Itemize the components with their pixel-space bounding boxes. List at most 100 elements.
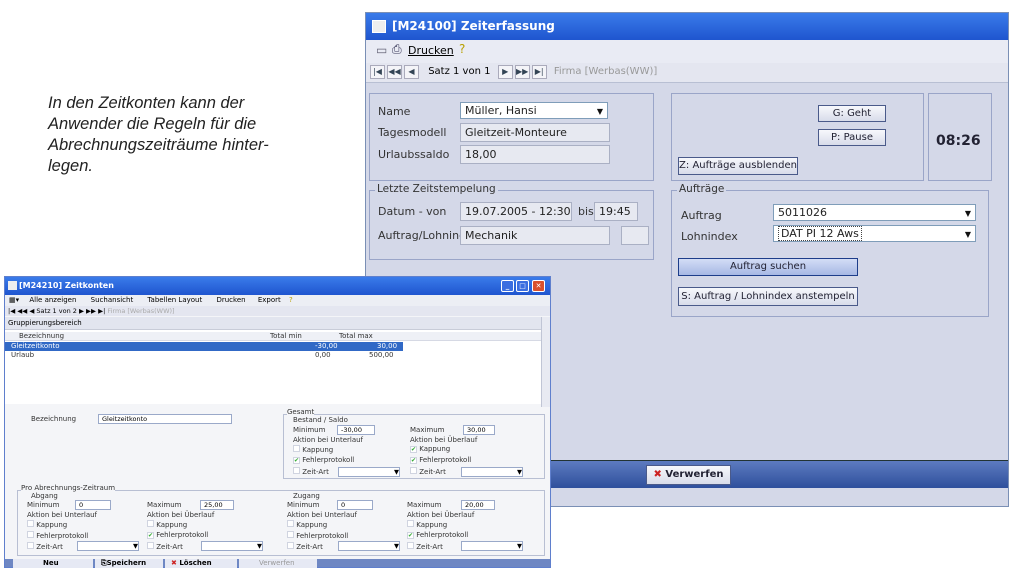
- z-minimum-input[interactable]: 0: [337, 500, 373, 510]
- bezeichnung-input[interactable]: Gleitzeitkonto: [98, 414, 232, 424]
- chevron-down-icon[interactable]: ▼: [961, 205, 975, 220]
- speichern-button[interactable]: ⎘Speichern: [95, 559, 163, 568]
- first-record-icon[interactable]: |◀: [370, 65, 385, 79]
- g-zeitart-o[interactable]: Zeit-Art: [410, 467, 446, 476]
- chevron-down-icon[interactable]: ▼: [593, 103, 607, 118]
- stamp-order-button[interactable]: S: Auftrag / Lohnindex anstempeln: [678, 287, 858, 306]
- col-total-min[interactable]: Total min: [270, 332, 302, 340]
- g-zeitart-select-o[interactable]: ▼: [461, 467, 523, 477]
- firma-label: Firma [Werbas(WW)]: [553, 66, 658, 77]
- g-minimum-input[interactable]: -30,00: [337, 425, 375, 435]
- grid-icon[interactable]: ▦▾: [9, 296, 19, 304]
- z-zeitart-o[interactable]: Zeit-Art: [407, 542, 443, 551]
- g-maximum-input[interactable]: 30,00: [463, 425, 495, 435]
- export-button[interactable]: Export: [258, 296, 281, 304]
- z-zeitart-u[interactable]: Zeit-Art: [287, 542, 323, 551]
- geht-button[interactable]: G: Geht: [818, 105, 886, 122]
- z-zeitart-select-u[interactable]: ▼: [338, 541, 400, 551]
- row-cell-min: 0,00: [315, 351, 331, 359]
- a-zeitart-o[interactable]: Zeit-Art: [147, 542, 183, 551]
- name-label: Name: [378, 105, 411, 118]
- g-ueberlauf-label: Aktion bei Überlauf: [410, 436, 478, 444]
- z-kappung-u[interactable]: Kappung: [287, 520, 327, 529]
- hide-orders-button[interactable]: Z: Aufträge ausblenden: [678, 157, 798, 175]
- z-zeitart-select-o[interactable]: ▼: [461, 541, 523, 551]
- a-fehler-u[interactable]: Fehlerprotokoll: [27, 531, 88, 540]
- auftrag-suchen-button[interactable]: Auftrag suchen: [678, 258, 858, 276]
- datum-label: Datum - von: [378, 205, 447, 218]
- name-select[interactable]: Müller, Hansi ▼: [460, 102, 608, 119]
- new-icon[interactable]: ▭: [376, 43, 387, 57]
- help-icon[interactable]: ?: [459, 42, 465, 56]
- g-fehler-check-u[interactable]: ✔ Fehlerprotokoll: [293, 456, 354, 464]
- table-row[interactable]: Gleitzeitkonto -30,00 30,00: [5, 342, 403, 351]
- a-zeitart-u[interactable]: Zeit-Art: [27, 542, 63, 551]
- show-all-button[interactable]: Alle anzeigen: [29, 296, 76, 304]
- auftrag-select[interactable]: 5011026 ▼: [773, 204, 976, 221]
- z-fehler-u[interactable]: Fehlerprotokoll: [287, 531, 348, 540]
- search-view-button[interactable]: Suchansicht: [91, 296, 134, 304]
- chevron-down-icon[interactable]: ▼: [257, 542, 262, 551]
- verwerfen-button[interactable]: ✖ Verwerfen: [646, 465, 731, 485]
- next-record-icon[interactable]: ▶ ▶▶ ▶|: [79, 307, 105, 315]
- chevron-down-icon[interactable]: ▼: [517, 468, 522, 477]
- a-fehler-o[interactable]: ✔ Fehlerprotokoll: [147, 531, 208, 539]
- app-icon: [8, 281, 17, 290]
- col-total-max[interactable]: Total max: [339, 332, 373, 340]
- a-maximum-label: Maximum: [147, 501, 182, 509]
- z-fehler-o[interactable]: ✔ Fehlerprotokoll: [407, 531, 468, 539]
- g-kappung-check-u[interactable]: Kappung: [293, 445, 333, 454]
- a-minimum-input[interactable]: 0: [75, 500, 111, 510]
- table-row[interactable]: Urlaub 0,00 500,00: [5, 351, 403, 360]
- g-zeitart-select-u[interactable]: ▼: [338, 467, 400, 477]
- pause-button[interactable]: P: Pause: [818, 129, 886, 146]
- minimize-icon[interactable]: _: [501, 280, 514, 292]
- zeitkonten-titlebar: [M24210] Zeitkonten _ □ ✕: [5, 277, 550, 295]
- chevron-down-icon[interactable]: ▼: [961, 226, 975, 241]
- first-record-icon[interactable]: |◀ ◀◀ ◀: [8, 307, 34, 315]
- g-zeitart-u[interactable]: Zeit-Art: [293, 467, 329, 476]
- clock-time: 08:26: [936, 133, 981, 149]
- print-button[interactable]: Drucken: [408, 44, 454, 57]
- bestand-title: Bestand / Saldo: [293, 416, 348, 424]
- maximize-icon[interactable]: □: [516, 280, 529, 292]
- letzte-group: [369, 190, 654, 260]
- auftrag-label: Auftrag: [681, 209, 722, 222]
- print-button[interactable]: Drucken: [216, 296, 245, 304]
- verwerfen-button[interactable]: Verwerfen: [239, 559, 317, 568]
- chevron-down-icon[interactable]: ▼: [517, 542, 522, 551]
- printer-icon[interactable]: ⎙: [392, 42, 402, 57]
- a-kappung-u[interactable]: Kappung: [27, 520, 67, 529]
- loeschen-button[interactable]: ✖ Löschen: [165, 559, 237, 568]
- window-title: [M24100] Zeiterfassung: [392, 19, 555, 33]
- row-cell-max: 500,00: [369, 351, 394, 359]
- a-maximum-input[interactable]: 25,00: [200, 500, 234, 510]
- next-record-icon[interactable]: ▶: [497, 65, 513, 79]
- record-navigator: |◀ ◀◀ ◀ Satz 1 von 1 ▶ ▶▶ ▶| Firma [Werbas(W…: [366, 63, 1008, 83]
- neu-button[interactable]: Neu: [13, 559, 93, 568]
- chevron-down-icon[interactable]: ▼: [394, 468, 399, 477]
- table-scrollbar[interactable]: [541, 317, 550, 407]
- help-icon[interactable]: ?: [289, 296, 293, 304]
- row-cell-max: 30,00: [377, 342, 398, 350]
- abgang-title: Abgang: [31, 492, 58, 500]
- last-record-icon[interactable]: ▶|: [531, 65, 547, 79]
- close-icon[interactable]: ✕: [532, 280, 545, 292]
- table-layout-button[interactable]: Tabellen Layout: [147, 296, 202, 304]
- lohnindex-select[interactable]: DAT PI 12 Aws ▼: [773, 225, 976, 242]
- zeitkonten-window: [M24210] Zeitkonten _ □ ✕ ▦▾ Alle anzeig…: [4, 276, 551, 568]
- z-maximum-input[interactable]: 20,00: [461, 500, 495, 510]
- a-kappung-o[interactable]: Kappung: [147, 520, 187, 529]
- prev-page-icon[interactable]: ◀◀: [387, 65, 402, 79]
- next-page-icon[interactable]: ▶▶: [514, 65, 530, 79]
- a-zeitart-select-o[interactable]: ▼: [201, 541, 263, 551]
- g-kappung-check-o[interactable]: ✔ Kappung: [410, 445, 450, 453]
- chevron-down-icon[interactable]: ▼: [394, 542, 399, 551]
- a-zeitart-select-u[interactable]: ▼: [77, 541, 139, 551]
- col-bezeichnung[interactable]: Bezeichnung: [19, 332, 64, 340]
- g-fehler-check-o[interactable]: ✔ Fehlerprotokoll: [410, 456, 471, 464]
- chevron-down-icon[interactable]: ▼: [133, 542, 138, 551]
- z-kappung-o[interactable]: Kappung: [407, 520, 447, 529]
- auftrag-lohn-extra-field: [621, 226, 649, 245]
- prev-record-icon[interactable]: ◀: [404, 65, 419, 79]
